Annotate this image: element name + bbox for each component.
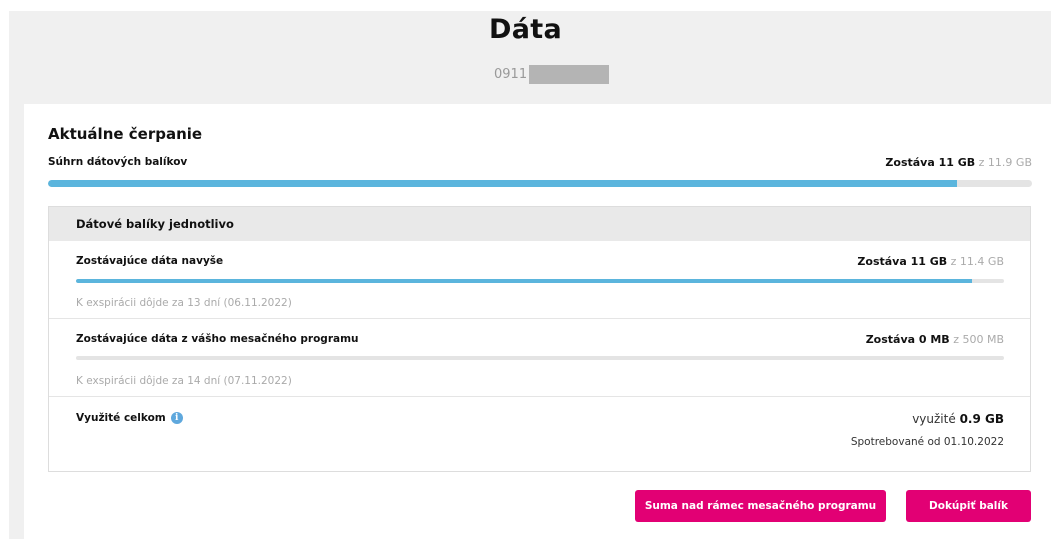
- summary-remaining-value: Zostáva 11 GB: [885, 156, 976, 169]
- phone-number-redaction: [529, 64, 610, 84]
- used-prefix: využité: [912, 412, 956, 426]
- package-remaining-value: Zostáva 0 MB: [865, 333, 950, 346]
- package-progress-bar: [76, 356, 1004, 360]
- package-total-value: z 500 MB: [953, 333, 1004, 346]
- page-title: Dáta: [489, 14, 562, 45]
- package-remaining: Zostáva 11 GB z 11.4 GB: [49, 255, 1004, 268]
- package-remaining: Zostáva 0 MB z 500 MB: [49, 333, 1004, 346]
- phone-number-prefix: 0911: [494, 66, 528, 82]
- summary-progress-fill: [48, 180, 958, 187]
- used-value: 0.9 GB: [959, 412, 1004, 426]
- divider: [49, 318, 1030, 319]
- section-title: Aktuálne čerpanie: [48, 125, 203, 143]
- summary-total-value: z 11.9 GB: [978, 156, 1032, 169]
- used-total-value: využité 0.9 GB: [49, 412, 1004, 426]
- package-total-value: z 11.4 GB: [950, 255, 1004, 268]
- used-since: Spotrebované od 01.10.2022: [850, 436, 1004, 448]
- buy-package-button[interactable]: Dokúpiť balík: [906, 490, 1031, 522]
- summary-remaining: Zostáva 11 GB z 11.9 GB: [0, 156, 1032, 169]
- package-expiry: K exspirácii dôjde za 13 dní (06.11.2022…: [76, 297, 292, 309]
- package-remaining-value: Zostáva 11 GB: [857, 255, 948, 268]
- package-expiry: K exspirácii dôjde za 14 dní (07.11.2022…: [76, 375, 292, 387]
- divider: [49, 396, 1030, 397]
- left-gutter: [9, 104, 24, 539]
- sum-over-program-button[interactable]: Suma nad rámec mesačného programu: [635, 490, 886, 522]
- packages-header: Dátové balíky jednotlivo: [49, 207, 1030, 241]
- package-progress-bar: [76, 279, 1004, 283]
- packages-panel: Dátové balíky jednotlivo Zostávajúce dát…: [48, 206, 1031, 472]
- phone-number: 0911: [494, 64, 610, 84]
- package-progress-fill: [76, 279, 972, 283]
- summary-progress-bar: [48, 180, 1032, 187]
